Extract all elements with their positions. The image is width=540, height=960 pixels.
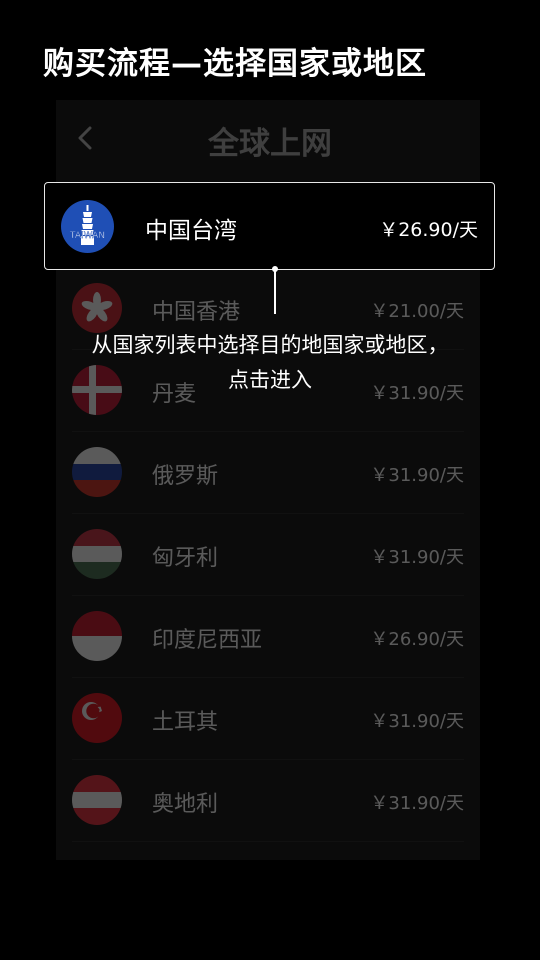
country-name: 奥地利 xyxy=(152,792,219,817)
selected-country-item[interactable]: TAIWAN 中国台湾 ￥26.90/天 xyxy=(44,182,495,270)
tooltip-line-1: 从国家列表中选择目的地国家或地区， xyxy=(91,333,449,357)
hungary-flag-icon xyxy=(72,529,122,579)
pointer-line xyxy=(274,270,276,314)
selected-country-name: 中国台湾 xyxy=(145,218,237,244)
list-item[interactable]: 奥地利 ￥31.90/天 xyxy=(72,760,464,842)
tooltip-line-2: 点击进入 xyxy=(228,368,312,392)
indonesia-flag-icon xyxy=(72,611,122,661)
russia-flag-icon xyxy=(72,447,122,497)
country-name: 印度尼西亚 xyxy=(152,628,263,653)
taiwan-landmark-icon: TAIWAN xyxy=(61,200,114,253)
austria-flag-icon xyxy=(72,775,122,825)
country-price: ￥31.90/天 xyxy=(370,465,464,486)
guide-title: 购买流程—选择国家或地区 xyxy=(43,46,427,82)
country-price: ￥31.90/天 xyxy=(370,547,464,568)
country-price: ￥31.90/天 xyxy=(370,711,464,732)
guide-tooltip: 从国家列表中选择目的地国家或地区， 点击进入 xyxy=(0,328,540,398)
country-name: 土耳其 xyxy=(152,710,219,735)
screen-title: 全球上网 xyxy=(208,126,332,162)
selected-country-price: ￥26.90/天 xyxy=(379,219,478,241)
country-name: 俄罗斯 xyxy=(152,464,219,489)
list-item[interactable]: 印度尼西亚 ￥26.90/天 xyxy=(72,596,464,678)
turkey-flag-icon xyxy=(72,693,122,743)
list-item[interactable]: 土耳其 ￥31.90/天 xyxy=(72,678,464,760)
country-name: 中国香港 xyxy=(152,300,241,325)
country-name: 匈牙利 xyxy=(152,546,219,571)
hong-kong-flag-icon xyxy=(72,283,122,333)
flag-caption: TAIWAN xyxy=(69,231,105,241)
guide-overlay-screen: 购买流程—选择国家或地区 全球上网 中国香港 ￥21.00/天 丹麦 ￥31.9… xyxy=(0,0,540,960)
list-item[interactable]: 俄罗斯 ￥31.90/天 xyxy=(72,432,464,514)
list-item[interactable]: 匈牙利 ￥31.90/天 xyxy=(72,514,464,596)
country-price: ￥31.90/天 xyxy=(370,793,464,814)
country-price: ￥21.00/天 xyxy=(370,301,464,322)
country-price: ￥26.90/天 xyxy=(370,629,464,650)
